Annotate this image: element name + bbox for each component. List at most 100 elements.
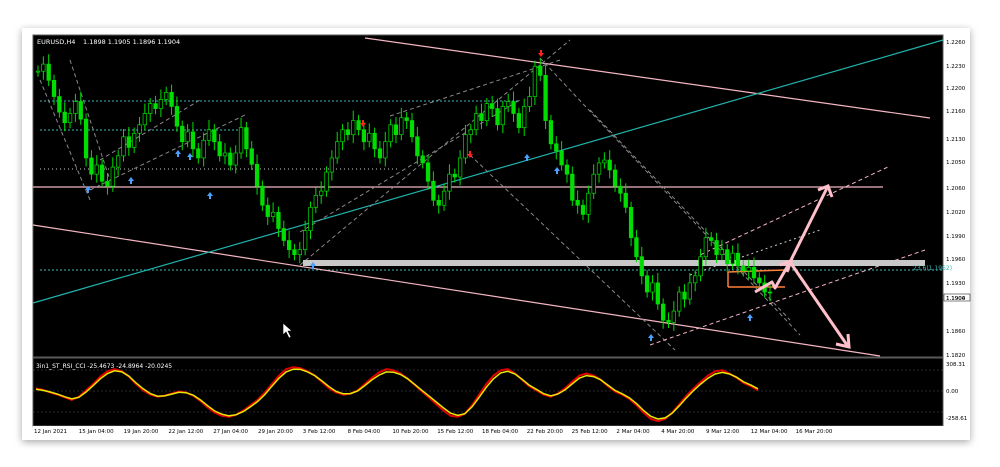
time-tick-label: 22 Jan 12:00: [168, 429, 203, 435]
candle-body: [441, 190, 447, 206]
candle-body: [425, 162, 431, 182]
time-tick-label: 22 Feb 20:00: [527, 429, 564, 435]
candle-body: [473, 113, 479, 131]
candle-body: [457, 157, 463, 178]
time-tick-label: 4 Mar 20:00: [661, 429, 695, 435]
price-tick-label: 1.2060: [946, 186, 966, 192]
time-tick-label: 10 Feb 20:00: [392, 429, 429, 435]
price-chart[interactable]: EURUSD,H4 1.1898 1.1905 1.1896 1.1904 23…: [0, 0, 1000, 467]
candle-body: [110, 166, 115, 187]
candle-body: [158, 99, 164, 109]
time-tick-label: 18 Feb 04:00: [482, 429, 519, 435]
candle-body: [404, 117, 409, 121]
candle-body: [623, 192, 628, 208]
time-tick-label: 3 Feb 12:00: [303, 429, 336, 435]
candle-body: [345, 129, 351, 136]
candle-body: [602, 159, 607, 164]
candle-body: [660, 303, 666, 321]
candle-body: [335, 141, 340, 159]
candle-body: [628, 206, 634, 239]
candle-body: [313, 195, 318, 208]
price-tick-label: 1.1860: [946, 329, 966, 335]
time-tick-label: 27 Jan 04:00: [213, 429, 248, 435]
candle-body: [538, 65, 543, 76]
candle-body: [57, 96, 62, 113]
candle-body: [495, 108, 500, 126]
chart-ohlc: 1.1898 1.1905 1.1896 1.1904: [83, 38, 180, 46]
time-tick-label: 15 Jan 04:00: [79, 429, 114, 435]
candle-body: [709, 237, 714, 241]
indicator-tick-label: -258.61: [946, 416, 967, 422]
candle-body: [217, 141, 222, 157]
support-zone-bar: [303, 260, 925, 266]
price-tick-label: 1.2160: [946, 109, 966, 115]
candle-body: [570, 173, 575, 201]
candle-body: [180, 125, 185, 143]
candle-body: [105, 180, 110, 187]
candle-body: [238, 127, 244, 154]
candle-body: [463, 134, 468, 159]
candle-body: [174, 106, 180, 127]
candle-body: [436, 199, 441, 206]
candle-body: [415, 136, 420, 157]
candle-body: [67, 113, 73, 124]
candle-body: [206, 129, 212, 141]
price-tick-label: 1.1900: [946, 296, 966, 302]
candle-body: [431, 180, 436, 201]
candle-body: [591, 173, 596, 194]
time-tick-label: 2 Mar 04:00: [616, 429, 650, 435]
candle-body: [361, 129, 367, 143]
candle-body: [372, 132, 377, 150]
candle-body: [377, 148, 383, 159]
candle-body: [420, 155, 425, 164]
candle-body: [703, 237, 709, 258]
price-tick-label: 1.2260: [946, 40, 966, 46]
candle-body: [89, 157, 94, 175]
candle-body: [564, 164, 570, 175]
candle-body: [212, 129, 217, 143]
candle-body: [196, 148, 201, 159]
price-tick-label: 1.1990: [946, 234, 966, 240]
candle-body: [153, 103, 158, 109]
candle-body: [383, 141, 388, 159]
candle-body: [767, 291, 773, 294]
candle-body: [671, 310, 676, 323]
candle-body: [746, 266, 751, 272]
time-tick-label: 25 Feb 12:00: [572, 429, 609, 435]
price-tick-label: 1.2200: [946, 86, 966, 92]
time-tick-label: 12 Jan 2021: [34, 429, 67, 435]
price-tick-label: 1.1820: [946, 353, 966, 359]
candle-body: [479, 113, 484, 121]
candle-body: [399, 117, 404, 136]
candle-body: [46, 63, 51, 81]
candle-body: [687, 282, 693, 300]
price-tick-label: 1.2050: [946, 160, 966, 166]
candle-body: [276, 211, 281, 229]
candle-body: [148, 103, 153, 114]
candle-body: [666, 319, 671, 323]
candle-body: [586, 192, 591, 215]
price-tick-label: 1.2130: [946, 137, 966, 143]
time-tick-label: 12 Mar 04:00: [751, 429, 788, 435]
chart-window: EURUSD,H4 1.1898 1.1905 1.1896 1.1904 23…: [0, 0, 1000, 467]
candle-body: [409, 120, 415, 138]
indicator-tick-label: 0.00: [946, 389, 959, 395]
price-tick-label: 1.1960: [946, 257, 966, 263]
candle-body: [468, 129, 473, 136]
candle-body: [324, 171, 329, 192]
candle-body: [228, 152, 233, 166]
candle-body: [452, 173, 457, 178]
candle-body: [340, 129, 345, 143]
candle-body: [356, 120, 361, 131]
candle-body: [190, 131, 196, 150]
candle-body: [532, 65, 538, 97]
candle-body: [516, 113, 522, 128]
candle-body: [201, 139, 206, 159]
candle-body: [367, 132, 372, 143]
candle-body: [714, 240, 719, 255]
candle-body: [725, 249, 730, 265]
candle-body: [548, 120, 554, 145]
chart-header: EURUSD,H4: [37, 38, 75, 46]
candle-body: [51, 79, 57, 97]
indicator-tick-label: 308.31: [946, 362, 965, 368]
